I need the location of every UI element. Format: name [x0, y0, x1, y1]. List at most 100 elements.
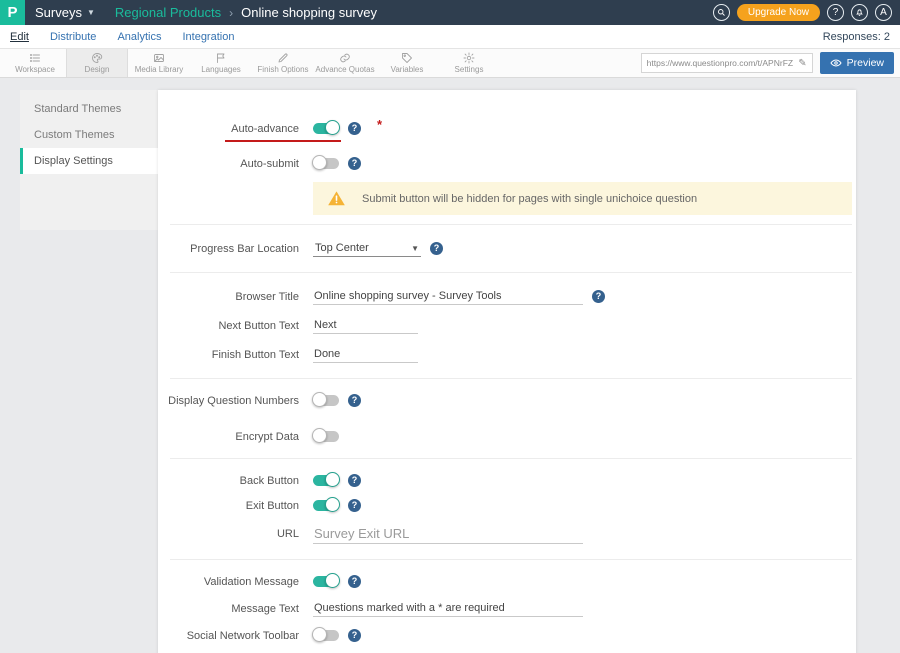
- finish-button-text-label: Finish Button Text: [158, 349, 299, 361]
- exit-button-toggle[interactable]: [313, 500, 339, 511]
- sidebar-item-display-settings[interactable]: Display Settings: [20, 148, 158, 174]
- validation-message-label: Validation Message: [158, 576, 299, 588]
- sidebar-item-custom-themes[interactable]: Custom Themes: [20, 122, 158, 148]
- variables-tag-icon: [401, 52, 413, 64]
- encrypt-data-toggle[interactable]: [313, 431, 339, 442]
- browser-title-label: Browser Title: [158, 291, 299, 303]
- exit-url-input[interactable]: [313, 524, 583, 544]
- social-network-toolbar-label: Social Network Toolbar: [158, 630, 299, 642]
- sidebar-item-standard-themes[interactable]: Standard Themes: [20, 96, 158, 122]
- display-question-numbers-toggle[interactable]: [313, 395, 339, 406]
- browser-title-input[interactable]: [313, 288, 583, 305]
- exit-button-label: Exit Button: [158, 500, 299, 512]
- display-settings-panel: Auto-advance ? * Auto-submit ? Submit bu…: [158, 90, 856, 653]
- exit-button-help-icon[interactable]: ?: [348, 499, 361, 512]
- auto-advance-toggle[interactable]: [313, 123, 339, 134]
- row-display-question-numbers: Display Question Numbers ?: [158, 388, 856, 413]
- questionpro-logo[interactable]: P: [0, 0, 25, 25]
- surveys-menu-label: Surveys: [35, 5, 82, 20]
- workspace-icon: [29, 52, 41, 64]
- nav-item-distribute[interactable]: Distribute: [50, 31, 96, 43]
- browser-title-help-icon[interactable]: ?: [592, 290, 605, 303]
- row-social-network-toolbar: Social Network Toolbar ?: [158, 623, 856, 648]
- select-caret-icon: ▼: [411, 244, 419, 253]
- themes-sidebar: Standard Themes Custom Themes Display Se…: [20, 90, 158, 230]
- toolbar-item-design[interactable]: Design: [66, 49, 128, 77]
- toolbar-item-media-library[interactable]: Media Library: [128, 49, 190, 77]
- exit-url-label: URL: [158, 528, 299, 540]
- encrypt-data-label: Encrypt Data: [158, 431, 299, 443]
- row-auto-submit: Auto-submit ?: [158, 151, 856, 176]
- row-back-button: Back Button ?: [158, 468, 856, 493]
- languages-flag-icon: [215, 52, 227, 64]
- back-button-label: Back Button: [158, 475, 299, 487]
- annotation-underline-auto-advance: [225, 140, 341, 142]
- next-button-text-input[interactable]: [313, 317, 418, 334]
- surveys-menu[interactable]: Surveys ▼: [35, 5, 95, 20]
- divider: [170, 378, 852, 379]
- toolbar-item-variables[interactable]: Variables: [376, 49, 438, 77]
- row-finish-button-text: Finish Button Text: [158, 340, 856, 369]
- nav-item-analytics[interactable]: Analytics: [117, 31, 161, 43]
- warning-text: Submit button will be hidden for pages w…: [362, 193, 697, 205]
- auto-submit-toggle[interactable]: [313, 158, 339, 169]
- divider: [170, 559, 852, 560]
- avatar[interactable]: A: [875, 4, 892, 21]
- upgrade-now-button[interactable]: Upgrade Now: [737, 4, 820, 21]
- finish-button-text-input[interactable]: [313, 346, 418, 363]
- divider: [170, 458, 852, 459]
- breadcrumb: Regional Products › Online shopping surv…: [115, 5, 377, 20]
- content-area: Standard Themes Custom Themes Display Se…: [0, 78, 900, 653]
- social-network-toolbar-help-icon[interactable]: ?: [348, 629, 361, 642]
- progress-bar-location-select[interactable]: Top Center ▼: [313, 240, 421, 257]
- row-message-text: Message Text: [158, 594, 856, 623]
- auto-submit-label: Auto-submit: [158, 158, 299, 170]
- display-question-numbers-label: Display Question Numbers: [158, 395, 299, 407]
- eye-icon: [830, 57, 842, 69]
- preview-button[interactable]: Preview: [820, 52, 894, 74]
- divider: [170, 224, 852, 225]
- notifications-bell-icon[interactable]: [851, 4, 868, 21]
- back-button-help-icon[interactable]: ?: [348, 474, 361, 487]
- survey-url-input[interactable]: [647, 58, 796, 68]
- auto-advance-help-icon[interactable]: ?: [348, 122, 361, 135]
- annotation-red-asterisk: *: [377, 117, 382, 132]
- help-icon[interactable]: ?: [827, 4, 844, 21]
- next-button-text-label: Next Button Text: [158, 320, 299, 332]
- edit-url-pencil-icon[interactable]: ✎: [798, 58, 806, 69]
- message-text-label: Message Text: [158, 603, 299, 615]
- validation-message-toggle[interactable]: [313, 576, 339, 587]
- responses-count[interactable]: Responses: 2: [823, 31, 890, 43]
- toolbar-right: ✎ Preview: [641, 49, 900, 77]
- row-browser-title: Browser Title ?: [158, 282, 856, 311]
- display-question-numbers-help-icon[interactable]: ?: [348, 394, 361, 407]
- toolbar-item-workspace[interactable]: Workspace: [4, 49, 66, 77]
- top-bar: P Surveys ▼ Regional Products › Online s…: [0, 0, 900, 25]
- design-toolbar: Workspace Design Media Library Languages…: [0, 48, 900, 78]
- progress-bar-location-help-icon[interactable]: ?: [430, 242, 443, 255]
- section-nav: Edit Distribute Analytics Integration Re…: [0, 25, 900, 48]
- row-next-button-text: Next Button Text: [158, 311, 856, 340]
- validation-message-help-icon[interactable]: ?: [348, 575, 361, 588]
- breadcrumb-current: Online shopping survey: [241, 5, 377, 20]
- divider: [170, 272, 852, 273]
- social-network-toolbar-toggle[interactable]: [313, 630, 339, 641]
- nav-item-edit[interactable]: Edit: [10, 31, 29, 43]
- toolbar-item-advance-quotas[interactable]: Advance Quotas: [314, 49, 376, 77]
- auto-submit-help-icon[interactable]: ?: [348, 157, 361, 170]
- design-palette-icon: [91, 52, 103, 64]
- auto-advance-label: Auto-advance: [158, 123, 299, 135]
- toolbar-item-languages[interactable]: Languages: [190, 49, 252, 77]
- toolbar-item-finish-options[interactable]: Finish Options: [252, 49, 314, 77]
- row-exit-button: Exit Button ?: [158, 493, 856, 518]
- warning-triangle-icon: [327, 189, 346, 208]
- message-text-input[interactable]: [313, 600, 583, 617]
- media-library-icon: [153, 52, 165, 64]
- chevron-down-icon: ▼: [87, 8, 95, 17]
- back-button-toggle[interactable]: [313, 475, 339, 486]
- row-validation-message: Validation Message ?: [158, 569, 856, 594]
- nav-item-integration[interactable]: Integration: [182, 31, 234, 43]
- breadcrumb-parent[interactable]: Regional Products: [115, 5, 221, 20]
- toolbar-item-settings[interactable]: Settings: [438, 49, 500, 77]
- search-icon[interactable]: [713, 4, 730, 21]
